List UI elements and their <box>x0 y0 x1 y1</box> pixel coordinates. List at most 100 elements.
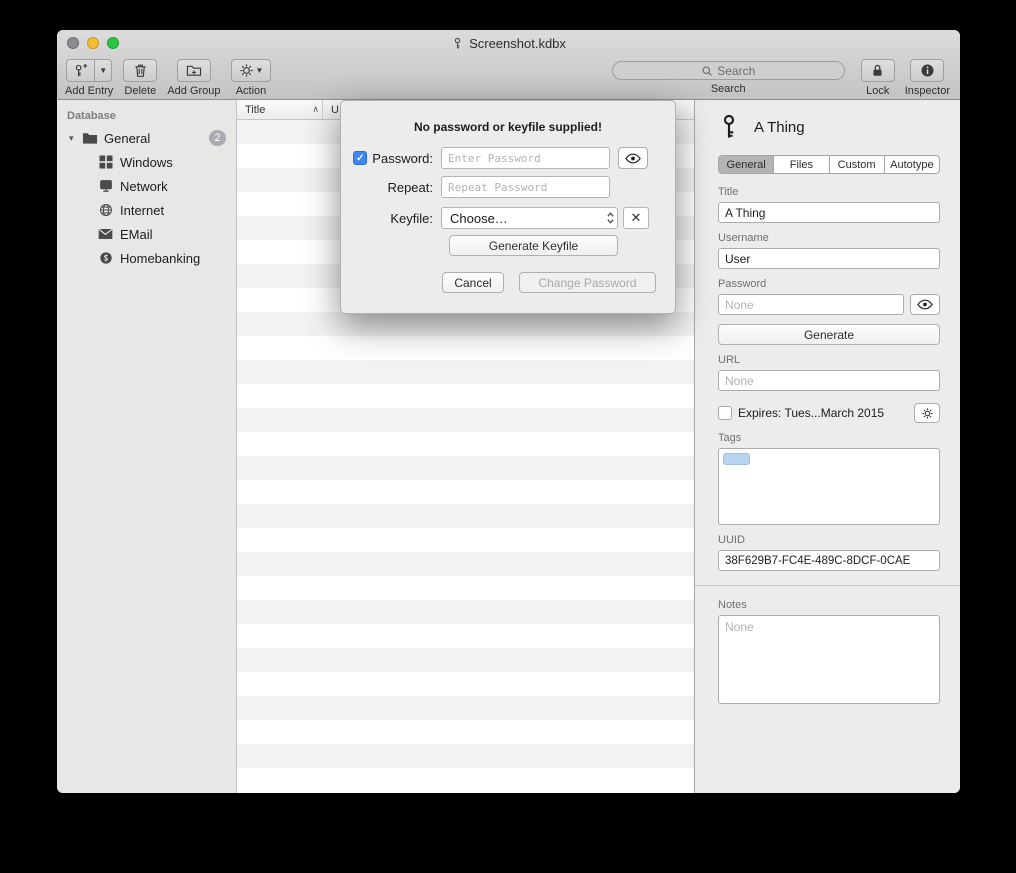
search-icon <box>701 65 713 77</box>
dialog-password-input[interactable] <box>441 147 610 169</box>
sidebar-item-network[interactable]: Network <box>57 174 236 198</box>
title-label: Title <box>718 186 940 198</box>
delete-button[interactable]: Delete <box>123 59 157 97</box>
table-row[interactable] <box>237 600 694 624</box>
sidebar-section-header: Database <box>57 108 236 126</box>
table-row[interactable] <box>237 696 694 720</box>
generate-password-button[interactable]: Generate <box>718 324 940 345</box>
table-row[interactable] <box>237 552 694 576</box>
table-row[interactable] <box>237 720 694 744</box>
dialog-reveal-password-button[interactable] <box>618 147 648 169</box>
action-button[interactable]: ▼ Action <box>231 59 272 97</box>
uuid-label: UUID <box>718 534 940 546</box>
table-row[interactable] <box>237 528 694 552</box>
dialog-keyfile-label: Keyfile: <box>341 211 441 226</box>
eye-icon <box>917 299 933 310</box>
add-group-button[interactable]: Add Group <box>167 59 220 97</box>
inspector-panel: A Thing General Files Custom Autotype Ti… <box>695 100 960 793</box>
lock-icon <box>870 63 885 78</box>
table-row[interactable] <box>237 576 694 600</box>
sidebar-item-homebanking[interactable]: Homebanking <box>57 246 236 270</box>
monitor-icon <box>97 178 114 194</box>
search-input[interactable]: Search <box>612 61 845 80</box>
lock-button[interactable]: Lock <box>861 59 895 97</box>
globe-icon <box>97 202 114 218</box>
expires-checkbox[interactable] <box>718 406 732 420</box>
clear-keyfile-button[interactable]: ✕ <box>623 207 649 229</box>
keyfile-dropdown[interactable]: Choose… <box>441 207 618 229</box>
search-area: Search Search <box>612 59 845 95</box>
table-row[interactable] <box>237 624 694 648</box>
window-title: Screenshot.kdbx <box>57 30 960 56</box>
gear-icon <box>239 63 254 78</box>
add-entry-button[interactable]: ▼ Add Entry <box>65 59 113 97</box>
tab-autotype[interactable]: Autotype <box>885 156 939 173</box>
dialog-message: No password or keyfile supplied! <box>341 120 675 134</box>
table-row[interactable] <box>237 336 694 360</box>
password-field[interactable] <box>718 294 904 315</box>
table-row[interactable] <box>237 768 694 792</box>
inspector-button[interactable]: Inspector <box>905 59 950 97</box>
password-checkbox[interactable]: ✓ <box>353 151 367 165</box>
table-row[interactable] <box>237 504 694 528</box>
trash-icon <box>133 63 148 78</box>
reveal-password-button[interactable] <box>910 294 940 315</box>
chevron-down-icon[interactable]: ▼ <box>94 60 111 81</box>
table-row[interactable] <box>237 384 694 408</box>
table-row[interactable] <box>237 744 694 768</box>
table-row[interactable] <box>237 408 694 432</box>
key-icon <box>718 114 740 140</box>
title-field[interactable] <box>718 202 940 223</box>
tags-box[interactable] <box>718 448 940 525</box>
password-dialog: No password or keyfile supplied! ✓ Passw… <box>340 100 676 314</box>
sidebar-item-windows[interactable]: Windows <box>57 150 236 174</box>
uuid-field[interactable] <box>718 550 940 571</box>
tab-custom[interactable]: Custom <box>830 156 885 173</box>
count-badge: 2 <box>209 130 226 146</box>
sidebar-item-general[interactable]: ▾ General 2 <box>57 126 236 150</box>
sidebar: Database ▾ General 2 Windows Networ <box>57 100 237 793</box>
generate-keyfile-button[interactable]: Generate Keyfile <box>449 235 618 256</box>
tab-general[interactable]: General <box>719 156 774 173</box>
column-header-username[interactable]: U <box>323 104 339 116</box>
column-header-title[interactable]: Title ∧ <box>237 104 322 116</box>
disclosure-triangle-icon[interactable]: ▾ <box>69 133 81 144</box>
expires-label: Expires: Tues...March 2015 <box>738 406 884 420</box>
info-icon <box>920 63 935 78</box>
inspector-divider <box>695 585 960 586</box>
sidebar-item-internet[interactable]: Internet <box>57 198 236 222</box>
cancel-button[interactable]: Cancel <box>442 272 504 293</box>
toolbar: ▼ Add Entry Delete <box>57 56 960 100</box>
url-label: URL <box>718 354 940 366</box>
table-row[interactable] <box>237 480 694 504</box>
password-label: Password <box>718 278 940 290</box>
expires-settings-button[interactable] <box>914 403 940 423</box>
stepper-icon <box>606 211 615 225</box>
url-field[interactable] <box>718 370 940 391</box>
tab-files[interactable]: Files <box>774 156 829 173</box>
sort-asc-icon: ∧ <box>312 104 319 115</box>
sidebar-item-email[interactable]: EMail <box>57 222 236 246</box>
inspector-tabs: General Files Custom Autotype <box>718 155 940 174</box>
chevron-down-icon: ▼ <box>256 66 264 75</box>
eye-icon <box>625 153 641 164</box>
tags-label: Tags <box>718 432 940 444</box>
tag-chip[interactable] <box>723 453 750 465</box>
notes-field[interactable]: None <box>718 615 940 704</box>
table-row[interactable] <box>237 360 694 384</box>
username-label: Username <box>718 232 940 244</box>
username-field[interactable] <box>718 248 940 269</box>
app-window: Screenshot.kdbx ▼ Add Entry <box>57 30 960 793</box>
dialog-repeat-label: Repeat: <box>341 180 441 195</box>
table-row[interactable] <box>237 672 694 696</box>
change-password-button[interactable]: Change Password <box>519 272 656 293</box>
table-row[interactable] <box>237 456 694 480</box>
table-row[interactable] <box>237 648 694 672</box>
document-icon <box>451 37 464 50</box>
dialog-repeat-input[interactable] <box>441 176 610 198</box>
coin-icon <box>97 250 114 266</box>
table-row[interactable] <box>237 432 694 456</box>
table-row[interactable] <box>237 312 694 336</box>
titlebar[interactable]: Screenshot.kdbx <box>57 30 960 56</box>
folder-plus-icon <box>186 63 202 78</box>
